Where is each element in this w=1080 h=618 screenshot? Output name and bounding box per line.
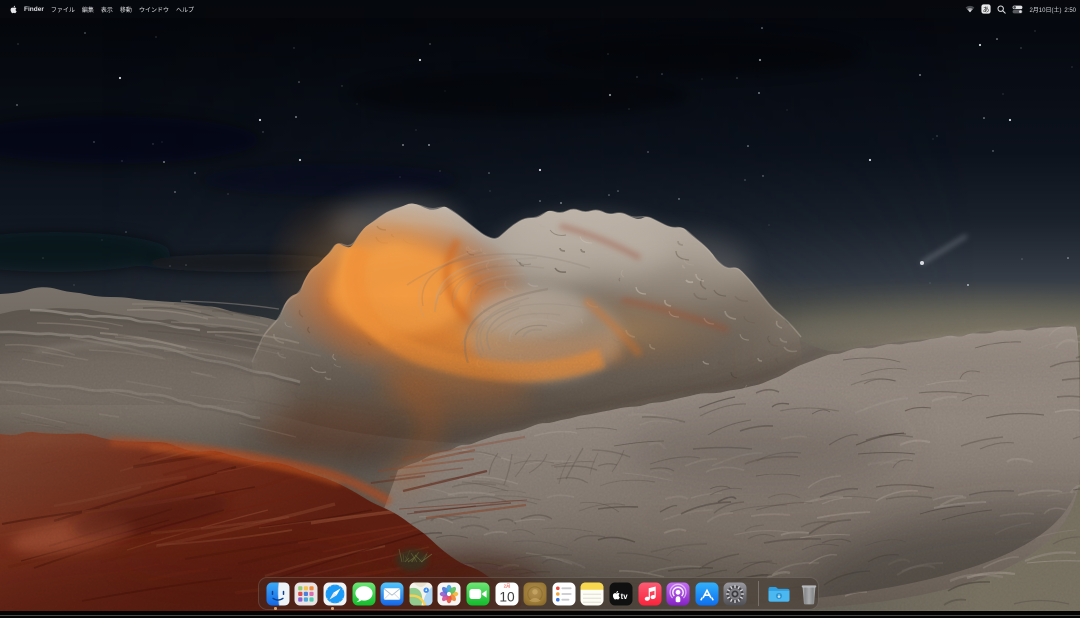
svg-text:10: 10 [499,589,515,604]
svg-text:tv: tv [621,592,629,601]
svg-text:あ: あ [983,5,990,13]
